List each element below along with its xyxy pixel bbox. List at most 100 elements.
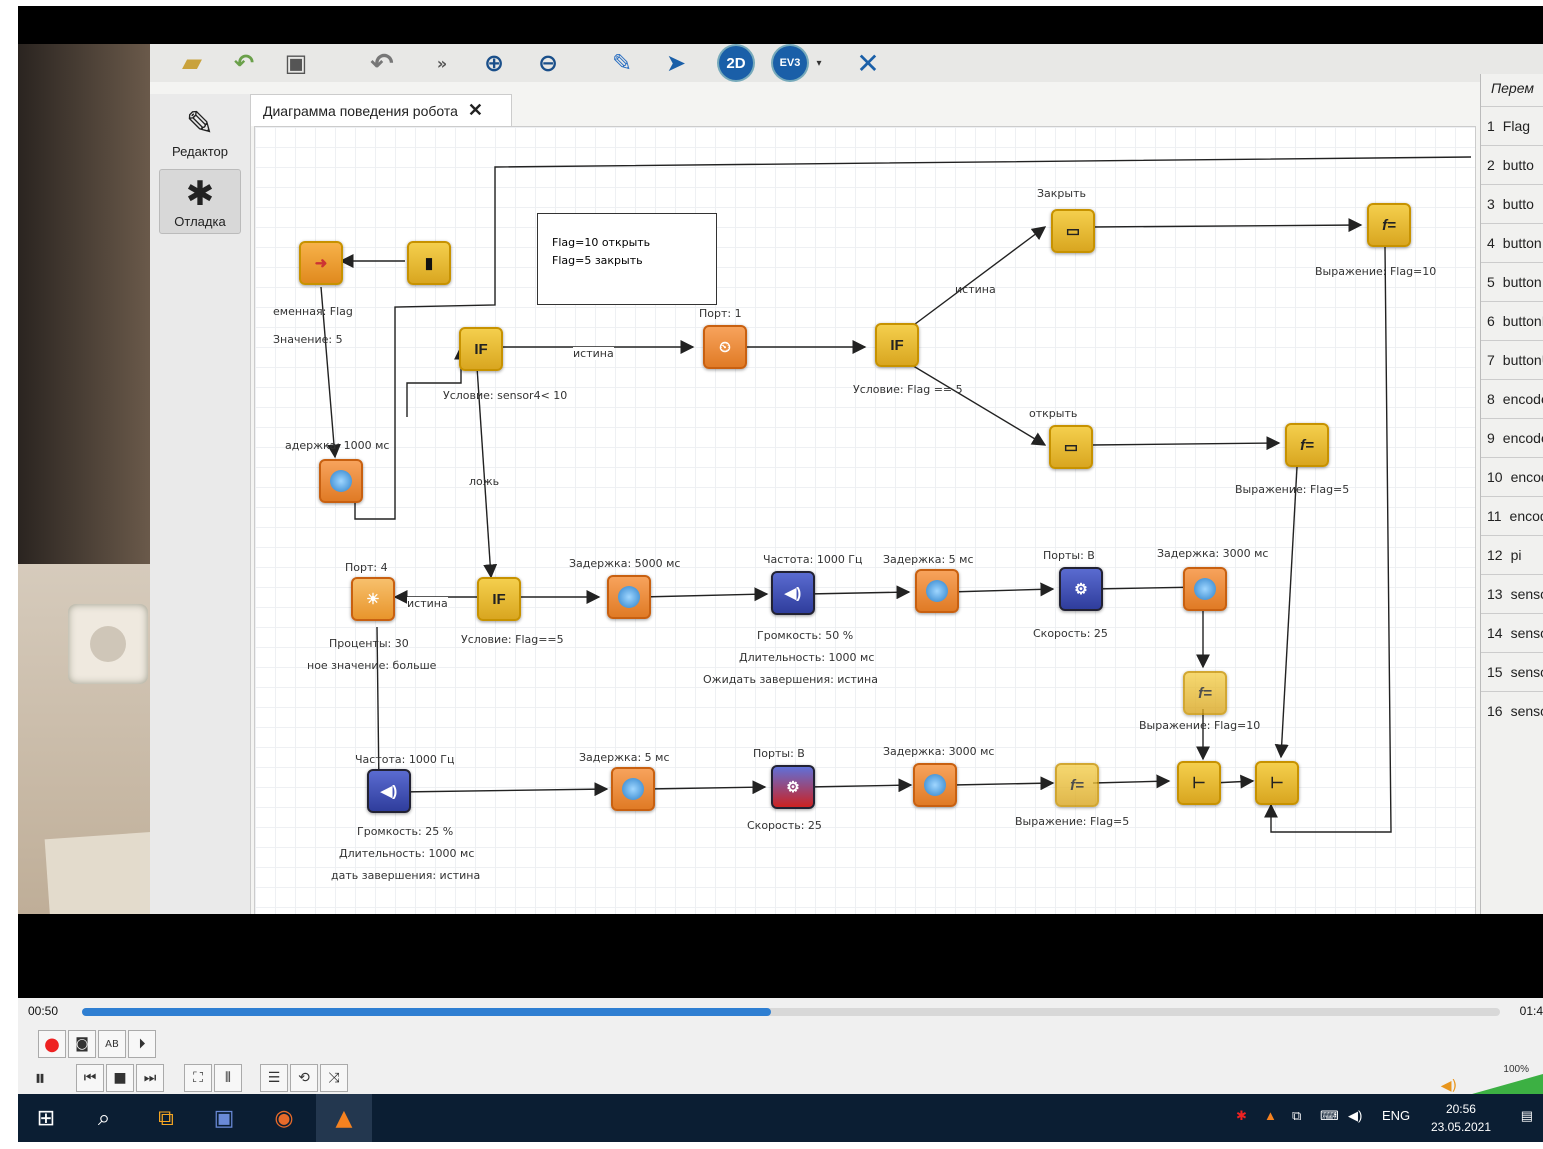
more-icon[interactable]: » [430, 46, 454, 80]
tab-diagram[interactable]: Диаграмма поведения робота ✕ [250, 94, 512, 126]
debug-mode-button[interactable]: ✱ Отладка [159, 169, 241, 234]
delay-block-3000b[interactable] [913, 763, 957, 807]
mode-2d-button[interactable]: 2D [718, 46, 754, 80]
wait-sensor-block[interactable]: ⏲ [703, 325, 747, 369]
search-icon[interactable]: ⌕ [76, 1094, 132, 1142]
function-block-top[interactable]: f= [1367, 203, 1411, 247]
var-icon: ➜ [314, 255, 328, 272]
fork-block-2[interactable]: ⊢ [1255, 761, 1299, 805]
vlc-tray-icon[interactable]: ▲ [1264, 1108, 1277, 1123]
pause-button[interactable]: ⏸ [26, 1064, 54, 1092]
function-block-bottom[interactable]: f= [1055, 763, 1099, 807]
variable-row[interactable]: 10 encoderC [1481, 457, 1543, 496]
comment-note[interactable]: Flag=10 открыть Flag=5 закрыть [537, 213, 717, 305]
undo-icon[interactable]: ↶ [362, 46, 402, 80]
save-icon[interactable]: ▣ [278, 46, 314, 80]
vlc-taskbar-icon[interactable]: ▲ [316, 1094, 372, 1142]
editor-mode-button[interactable]: ✎ Редактор [160, 104, 240, 159]
record-button[interactable]: ● [38, 1030, 66, 1058]
clock[interactable]: 20:56 23.05.2021 [1431, 1100, 1491, 1136]
variable-row[interactable]: 7 buttonU [1481, 340, 1543, 379]
label-if2-cond: Условие: Flag == 5 [853, 383, 963, 396]
function-block-mid[interactable]: f= [1285, 423, 1329, 467]
variable-row[interactable]: 13 sensor1 [1481, 574, 1543, 613]
sound-block-2[interactable]: ◀) [367, 769, 411, 813]
if-block-1[interactable]: IF [459, 327, 503, 371]
motor-block-1[interactable]: ⚙ [1059, 567, 1103, 611]
open-project-icon[interactable]: ↶ [226, 46, 262, 80]
network-icon[interactable]: ⌨ [1320, 1108, 1339, 1124]
variable-row[interactable]: 9 encoderB [1481, 418, 1543, 457]
variable-row[interactable]: 5 button [1481, 262, 1543, 301]
volume-icon[interactable]: ◀) [1348, 1108, 1362, 1124]
next-button[interactable]: ⏭ [136, 1064, 164, 1092]
motor-block-2[interactable]: ⚙ [771, 765, 815, 809]
loop-button[interactable]: ⟲ [290, 1064, 318, 1092]
language-indicator[interactable]: ENG [1382, 1108, 1410, 1123]
variable-row[interactable]: 12 pi [1481, 535, 1543, 574]
variable-row[interactable]: 15 sensor3 [1481, 652, 1543, 691]
eye-app-icon[interactable]: ◉ [256, 1094, 312, 1142]
variable-row[interactable]: 1 Flag [1481, 106, 1543, 145]
init-block[interactable]: ▮ [407, 241, 451, 285]
frame-step-button[interactable]: ⏵ [128, 1030, 156, 1058]
delay-block-5b[interactable] [611, 767, 655, 811]
variable-row[interactable]: 6 buttonR [1481, 301, 1543, 340]
stop-button[interactable]: ■ [106, 1064, 134, 1092]
sound-block-1[interactable]: ◀) [771, 571, 815, 615]
window-open-block[interactable]: ▭ [1049, 425, 1093, 469]
app-icon-1[interactable]: ⧉ [138, 1094, 194, 1142]
extended-settings-button[interactable]: ⫴ [214, 1064, 242, 1092]
window-close-block[interactable]: ▭ [1051, 209, 1095, 253]
tab-title: Диаграмма поведения робота [263, 102, 458, 119]
delay-block-1[interactable] [319, 459, 363, 503]
variable-index: 16 [1487, 703, 1503, 719]
seek-bar[interactable] [82, 1008, 1500, 1016]
variable-name: sensor4 [1510, 703, 1543, 719]
windows-start-icon[interactable]: ⊞ [18, 1094, 74, 1142]
shuffle-button[interactable]: ⤨ [320, 1064, 348, 1092]
zoom-in-icon[interactable]: ⊕ [476, 46, 512, 80]
snapshot-button[interactable]: ◙ [68, 1030, 96, 1058]
variable-row[interactable]: 11 encoderD [1481, 496, 1543, 535]
close-icon[interactable]: ✕ [468, 100, 483, 121]
variable-name: pi [1510, 547, 1522, 563]
function-block-low[interactable]: f= [1183, 671, 1227, 715]
variable-row[interactable]: 16 sensor4 [1481, 691, 1543, 730]
if-block-2[interactable]: IF [875, 323, 919, 367]
variable-row[interactable]: 3 butto [1481, 184, 1543, 223]
chevron-down-icon[interactable]: ▾ [812, 46, 826, 80]
variable-block[interactable]: ➜ [299, 241, 343, 285]
mode-ev3-button[interactable]: EV3 [770, 46, 810, 80]
copy-icon[interactable]: ⧉ [1292, 1108, 1301, 1124]
variable-row[interactable]: 2 butto [1481, 145, 1543, 184]
connect-icon[interactable]: ✎ [602, 46, 642, 80]
variable-row[interactable]: 4 button [1481, 223, 1543, 262]
label-if1-true: истина [573, 347, 614, 360]
volume-slider[interactable] [1465, 1074, 1543, 1096]
frame-step-icon: ⏵ [138, 1036, 146, 1052]
variable-index: 10 [1487, 469, 1503, 485]
tray-app-icon[interactable]: ✱ [1236, 1108, 1247, 1124]
delay-block-5a[interactable] [915, 569, 959, 613]
zoom-out-icon[interactable]: ⊖ [530, 46, 566, 80]
notifications-icon[interactable]: ▤ [1521, 1108, 1533, 1124]
previous-button[interactable]: ⏮ [76, 1064, 104, 1092]
loop-ab-button[interactable]: AB [98, 1030, 126, 1058]
variable-row[interactable]: 14 sensor2 [1481, 613, 1543, 652]
tools-icon[interactable]: ✕ [848, 46, 888, 80]
cursor-icon[interactable]: ➤ [656, 46, 696, 80]
delay-block-5000[interactable] [607, 575, 651, 619]
fork-block-1[interactable]: ⊢ [1177, 761, 1221, 805]
diagram-canvas[interactable]: ➜ ▮ IF ⏲ IF ▭ ▭ f= f= ☀ IF ◀) ⚙ f= ◀) ⚙ … [254, 126, 1476, 914]
speaker-icon[interactable]: ◀) [1441, 1078, 1457, 1094]
floppy-app-icon[interactable]: ▣ [196, 1094, 252, 1142]
delay-block-3000a[interactable] [1183, 567, 1227, 611]
note-line-2: Flag=5 закрыть [552, 254, 643, 267]
fullscreen-button[interactable]: ⛶ [184, 1064, 212, 1092]
if-block-3[interactable]: IF [477, 577, 521, 621]
light-sensor-block[interactable]: ☀ [351, 577, 395, 621]
variable-row[interactable]: 8 encoderA [1481, 379, 1543, 418]
playlist-button[interactable]: ☰ [260, 1064, 288, 1092]
new-project-icon[interactable]: ▰ [174, 46, 210, 80]
